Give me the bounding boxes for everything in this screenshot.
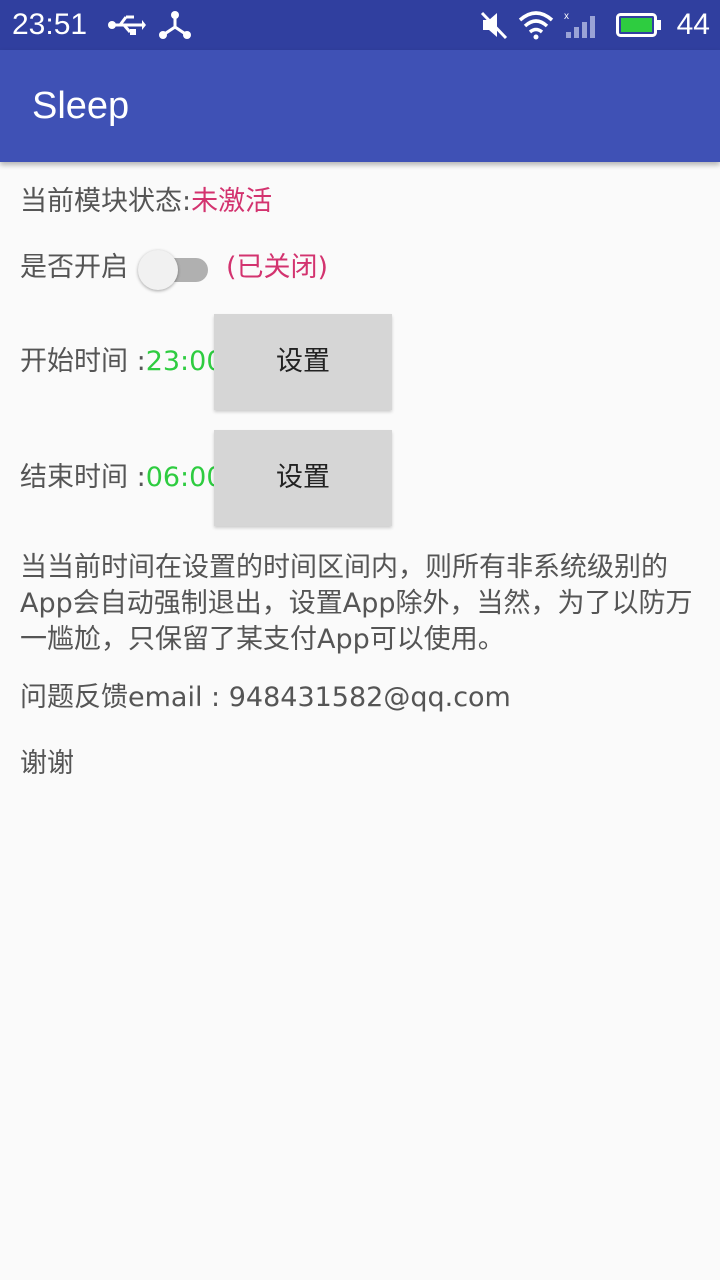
status-time: 23:51: [12, 8, 88, 41]
usb-icon: [108, 15, 146, 35]
status-bar: 23:51 x 44: [0, 0, 720, 50]
set-start-time-button[interactable]: 设置: [214, 314, 392, 410]
mute-icon: [480, 11, 508, 40]
svg-text:x: x: [564, 11, 569, 22]
module-status-label: 当前模块状态:: [20, 186, 192, 217]
feedback-email: 948431582@qq.com: [228, 682, 511, 713]
share-icon: [159, 11, 191, 39]
enable-state-text: (已关闭): [226, 252, 329, 283]
end-time-row: 结束时间 :06:00: [20, 460, 224, 496]
set-end-time-button[interactable]: 设置: [214, 430, 392, 526]
toggle-thumb: [138, 250, 178, 290]
app-bar: Sleep: [0, 50, 720, 162]
end-time-label: 结束时间 :: [20, 462, 146, 493]
signal-icon: x: [564, 11, 595, 38]
battery-level: 44: [676, 8, 710, 41]
wifi-icon: [518, 11, 554, 40]
feedback-row: 问题反馈email : 948431582@qq.com: [20, 680, 511, 716]
battery-icon: [616, 13, 661, 37]
module-status-value: 未激活: [191, 186, 273, 217]
feedback-label: 问题反馈email :: [20, 682, 229, 713]
description-text: 当当前时间在设置的时间区间内，则所有非系统级别的App会自动强制退出，设置App…: [20, 552, 693, 655]
enable-toggle[interactable]: [138, 250, 210, 290]
start-time-value: 23:00: [145, 346, 224, 377]
end-time-value: 06:00: [145, 462, 224, 493]
enable-label: 是否开启: [20, 252, 128, 283]
start-time-row: 开始时间 :23:00: [20, 344, 224, 380]
start-time-label: 开始时间 :: [20, 346, 146, 377]
module-status-row: 当前模块状态:未激活: [20, 184, 272, 220]
app-title: Sleep: [32, 85, 130, 127]
thanks-text: 谢谢: [20, 748, 74, 779]
